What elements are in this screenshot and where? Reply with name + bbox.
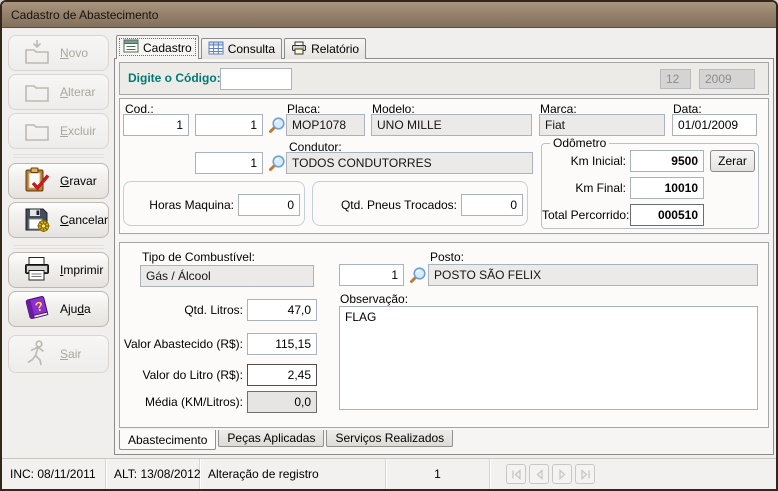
search-condutor-button[interactable] <box>267 154 286 173</box>
search-vehicle-button[interactable] <box>267 116 286 135</box>
media-label: Média (KM/Litros): <box>120 391 243 413</box>
nav-previous-button[interactable] <box>529 464 549 484</box>
month-field: 12 <box>660 69 691 89</box>
year-field: 2009 <box>699 69 755 89</box>
main-tabstrip: Cadastro Consulta Relatório <box>116 35 368 59</box>
record-navigator <box>506 464 598 484</box>
excluir-button[interactable]: Excluir <box>8 113 109 149</box>
save-clipboard-icon <box>22 166 52 197</box>
tab-label: Relatório <box>311 42 359 56</box>
tab-label: Consulta <box>228 42 275 56</box>
valor-litro-label: Valor do Litro (R$): <box>120 364 243 386</box>
km-final-label: Km Final: <box>542 177 626 199</box>
zerar-button[interactable]: Zerar <box>710 150 755 172</box>
valor-litro-field[interactable]: 2,45 <box>247 364 317 386</box>
qtd-litros-field[interactable]: 47,0 <box>247 299 317 321</box>
pneus-label: Qtd. Pneus Trocados: <box>313 194 457 216</box>
alt-date: ALT: 13/08/2012 <box>106 459 200 489</box>
tab-cadastro[interactable]: Cadastro <box>116 35 199 59</box>
nav-last-button[interactable] <box>575 464 595 484</box>
bottom-tabstrip: Abastecimento Peças Aplicadas Serviços R… <box>119 430 455 452</box>
search-posto-button[interactable] <box>408 266 427 285</box>
app-window: Cadastro de Abastecimento Novo Alterar E… <box>0 0 778 491</box>
imprimir-button[interactable]: Imprimir <box>8 252 109 288</box>
marca-field: Fiat <box>539 114 665 136</box>
alterar-button[interactable]: Alterar <box>8 74 109 110</box>
pneus-field[interactable]: 0 <box>461 194 523 216</box>
vehicle-panel: Cod.: Placa: Modelo: Marca: Data: 1 1 MO… <box>119 98 769 234</box>
tab-label: Cadastro <box>143 41 192 55</box>
media-field: 0,0 <box>247 391 317 413</box>
fuel-panel: Tipo de Combustível: Gás / Álcool Posto:… <box>119 242 769 428</box>
vehicle-code-field[interactable]: 1 <box>195 114 263 136</box>
odometro-title: Odômetro <box>550 136 609 150</box>
valor-abastecido-label: Valor Abastecido (R$): <box>120 333 243 355</box>
inc-date: INC: 08/11/2011 <box>2 459 106 489</box>
codigo-label: Digite o Código: <box>128 71 221 85</box>
posto-label: Posto: <box>430 250 464 264</box>
tipo-combustivel-label: Tipo de Combustível: <box>142 250 255 264</box>
sidebar-separator <box>13 245 104 249</box>
condutor-field: TODOS CONDUTORRES <box>286 152 533 174</box>
pneus-box: Qtd. Pneus Trocados: 0 <box>312 181 528 226</box>
total-percorrido-field: 000510 <box>630 204 704 226</box>
horas-maquina-box: Horas Maquina: 0 <box>123 181 305 226</box>
tipo-combustivel-field: Gás / Álcool <box>140 265 314 287</box>
gravar-button[interactable]: Gravar <box>8 163 109 199</box>
posto-field: POSTO SÃO FELIX <box>428 264 758 286</box>
nav-first-button[interactable] <box>506 464 526 484</box>
new-folder-icon <box>22 38 52 69</box>
sidebar-separator <box>13 154 104 158</box>
novo-button[interactable]: Novo <box>8 35 109 71</box>
data-field[interactable]: 01/01/2009 <box>672 114 757 136</box>
nav-next-button[interactable] <box>552 464 572 484</box>
exit-runner-icon <box>22 339 52 370</box>
tab-relatorio[interactable]: Relatório <box>284 38 366 59</box>
cancelar-button[interactable]: Cancelar <box>8 202 109 238</box>
codigo-input[interactable] <box>220 68 292 90</box>
tab-consulta[interactable]: Consulta <box>201 38 282 59</box>
cod-field[interactable]: 1 <box>123 114 189 136</box>
window-title: Cadastro de Abastecimento <box>11 8 158 22</box>
cadastro-tab-page: Digite o Código: 12 2009 Cod.: Placa: Mo… <box>114 58 774 455</box>
status-message: Alteração de registro <box>200 459 386 489</box>
tab-abastecimento[interactable]: Abastecimento <box>119 430 216 450</box>
printer-icon <box>22 255 52 286</box>
km-final-field[interactable]: 10010 <box>630 177 704 199</box>
modelo-field: UNO MILLE <box>371 114 532 136</box>
posto-code-field[interactable]: 1 <box>339 264 404 286</box>
horas-maquina-label: Horas Maquina: <box>124 194 234 216</box>
valor-abastecido-field[interactable]: 115,15 <box>247 333 317 355</box>
km-inicial-label: Km Inicial: <box>542 150 626 172</box>
status-bar: INC: 08/11/2011 ALT: 13/08/2012 Alteraçã… <box>2 458 776 489</box>
qtd-litros-label: Qtd. Litros: <box>120 299 243 321</box>
tab-servicos-realizados[interactable]: Serviços Realizados <box>326 430 453 447</box>
title-bar[interactable]: Cadastro de Abastecimento <box>2 2 776 28</box>
ajuda-button[interactable]: ? Ajuda <box>8 291 109 327</box>
open-folder-icon <box>22 77 52 108</box>
tab-pecas-aplicadas[interactable]: Peças Aplicadas <box>218 430 324 447</box>
codigo-strip: Digite o Código: 12 2009 <box>119 62 769 95</box>
km-inicial-field[interactable]: 9500 <box>630 150 704 172</box>
grid-icon <box>208 41 224 58</box>
odometro-group: Odômetro Km Inicial: 9500 Zerar Km Final… <box>541 143 759 229</box>
condutor-code-field[interactable]: 1 <box>195 152 263 174</box>
observacao-textarea[interactable]: FLAG <box>339 306 758 410</box>
printer-icon <box>291 41 307 58</box>
cancel-disk-icon <box>22 205 52 236</box>
total-percorrido-label: Total Percorrido: <box>542 204 626 226</box>
sair-button[interactable]: Sair <box>8 335 109 373</box>
help-book-icon: ? <box>22 294 52 325</box>
horas-maquina-field[interactable]: 0 <box>238 194 300 216</box>
record-number: 1 <box>386 459 490 489</box>
placa-field: MOP1078 <box>286 114 365 136</box>
delete-folder-icon <box>22 116 52 147</box>
form-icon <box>123 39 139 56</box>
observacao-label: Observação: <box>340 292 408 306</box>
